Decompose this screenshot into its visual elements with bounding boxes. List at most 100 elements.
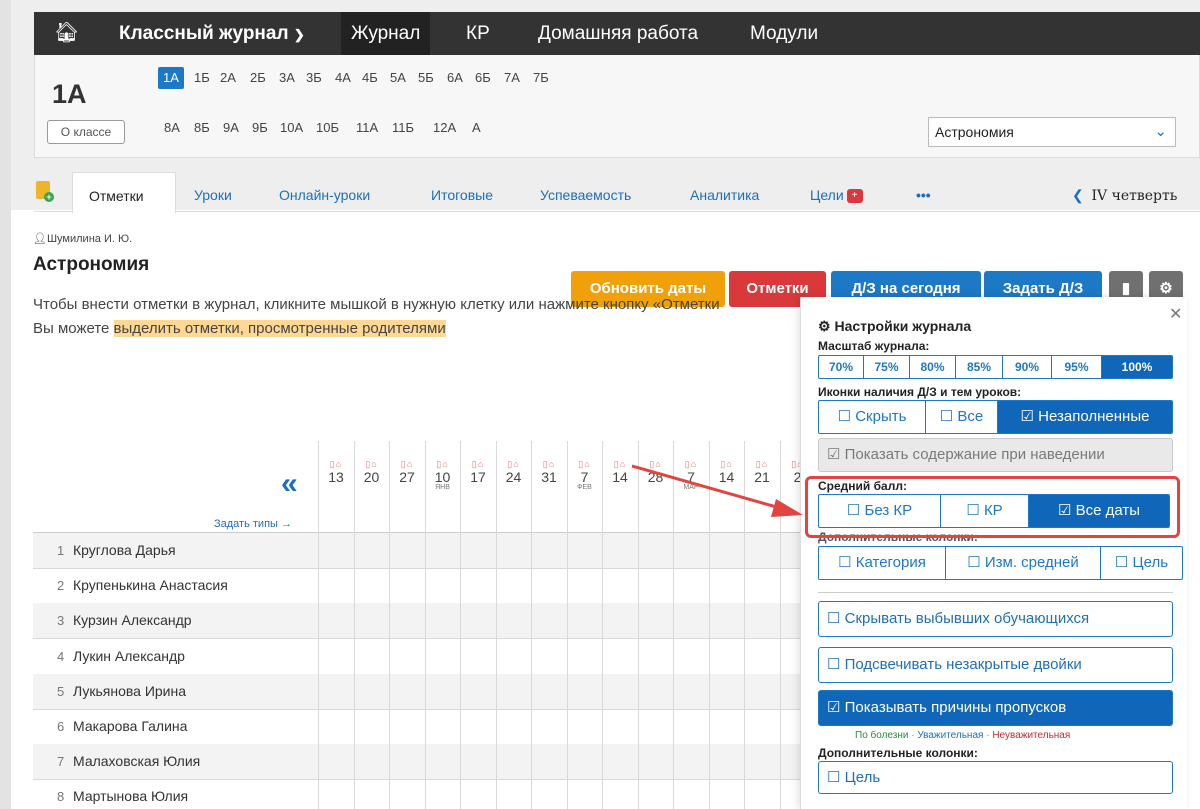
date-column-header[interactable]: ▯⌂ 10 ЯНВ xyxy=(424,441,460,532)
student-name[interactable]: Малаховская Юлия xyxy=(73,753,200,769)
class-button-11[interactable]: 6Б xyxy=(475,67,491,89)
scale-70[interactable]: 70% xyxy=(819,356,864,378)
student-name[interactable]: Курзин Александр xyxy=(73,612,192,628)
date-column-header[interactable]: ▯⌂ 7 ФЕВ xyxy=(566,441,602,532)
double-chevron-left-icon[interactable]: « xyxy=(281,467,298,501)
date-column-header[interactable]: ▯⌂ 24 xyxy=(495,441,531,532)
nav-homework[interactable]: Домашняя работа xyxy=(538,12,698,55)
subject-select[interactable]: Астрономия ⌄ xyxy=(928,117,1176,147)
nav-modules[interactable]: Модули xyxy=(750,12,818,55)
row-number: 4 xyxy=(57,648,65,664)
journal-menu[interactable]: Классный журнал ❯ xyxy=(119,12,305,55)
date-column-header[interactable]: ▯⌂ 27 xyxy=(389,441,424,532)
class-button-3[interactable]: 2Б xyxy=(250,67,266,89)
class-button-18[interactable]: 10А xyxy=(280,117,303,139)
legend-illness: По болезни xyxy=(855,730,909,741)
tab-final[interactable]: Итоговые xyxy=(431,187,493,203)
nav-kr[interactable]: КР xyxy=(466,12,490,55)
date-day: 31 xyxy=(541,469,557,485)
icons-hide[interactable]: ☐ Скрыть xyxy=(819,401,926,433)
date-column-header[interactable]: ▯⌂ 21 xyxy=(744,441,779,532)
show-content-on-hover-toggle[interactable]: ☑ Показать содержание при наведении xyxy=(818,438,1173,472)
student-name[interactable]: Мартынова Юлия xyxy=(73,788,188,804)
class-button-15[interactable]: 8Б xyxy=(194,117,210,139)
tab-performance[interactable]: Успеваемость xyxy=(540,187,631,203)
class-button-14[interactable]: 8А xyxy=(164,117,180,139)
tab-marks[interactable]: Отметки xyxy=(72,172,176,213)
scale-80[interactable]: 80% xyxy=(910,356,956,378)
highlight-open-twos-toggle[interactable]: ☐ Подсвечивать незакрытые двойки xyxy=(818,647,1173,683)
class-button-2[interactable]: 2А xyxy=(220,67,236,89)
student-name[interactable]: Лукьянова Ирина xyxy=(73,683,186,699)
class-button-23[interactable]: А xyxy=(472,117,481,139)
goal-column-toggle[interactable]: ☐ Цель xyxy=(818,761,1173,794)
class-button-1[interactable]: 1Б xyxy=(194,67,210,89)
hint-text-2: Вы можете выделить отметки, просмотренны… xyxy=(33,320,446,337)
tab-online-lessons[interactable]: Онлайн-уроки xyxy=(279,187,370,203)
student-name[interactable]: Лукин Александр xyxy=(73,648,185,664)
date-column-header[interactable]: ▯⌂ 31 xyxy=(531,441,566,532)
icons-all[interactable]: ☐ Все xyxy=(926,401,998,433)
scale-95[interactable]: 95% xyxy=(1052,356,1102,378)
class-button-21[interactable]: 11Б xyxy=(392,117,414,139)
icons-unfilled[interactable]: ☑ Незаполненные xyxy=(998,401,1172,433)
student-name[interactable]: Макарова Галина xyxy=(73,718,187,734)
class-button-6[interactable]: 4А xyxy=(335,67,351,89)
grid-line xyxy=(424,532,426,809)
grid-line xyxy=(460,532,461,809)
date-column-header[interactable]: ▯⌂ 13 xyxy=(318,441,353,532)
scale-100[interactable]: 100% xyxy=(1102,356,1172,378)
highlight-parent-viewed-link[interactable]: выделить отметки, просмотренные родителя… xyxy=(113,320,446,337)
more-tabs-button[interactable]: ••• xyxy=(916,187,931,203)
class-button-22[interactable]: 12А xyxy=(433,117,456,139)
class-button-5[interactable]: 3Б xyxy=(306,67,322,89)
scale-75[interactable]: 75% xyxy=(864,356,910,378)
class-button-4[interactable]: 3А xyxy=(279,67,295,89)
class-button-0[interactable]: 1А xyxy=(158,67,184,89)
tab-goals[interactable]: Цели + xyxy=(810,187,863,204)
date-day: 27 xyxy=(399,469,415,485)
date-column-header[interactable]: ▯⌂ 17 xyxy=(460,441,495,532)
class-button-20[interactable]: 11А xyxy=(356,117,378,139)
class-button-13[interactable]: 7Б xyxy=(533,67,549,89)
quarter-select[interactable]: ❮ IV четверть xyxy=(1072,187,1177,204)
extra-goal[interactable]: ☐ Цель xyxy=(1101,547,1182,579)
class-button-10[interactable]: 6А xyxy=(447,67,463,89)
student-name[interactable]: Крупенькина Анастасия xyxy=(73,577,228,593)
class-button-17[interactable]: 9Б xyxy=(252,117,268,139)
close-icon[interactable]: ✕ xyxy=(1169,304,1182,324)
date-column-header[interactable]: ▯⌂ 20 xyxy=(353,441,389,532)
extra-avg-change[interactable]: ☐ Изм. средней xyxy=(946,547,1101,579)
date-column-header[interactable]: ▯⌂ 7 МАР xyxy=(673,441,708,532)
class-button-8[interactable]: 5А xyxy=(390,67,406,89)
grid-line xyxy=(531,532,532,809)
class-button-7[interactable]: 4Б xyxy=(362,67,378,89)
date-column-header[interactable]: ▯⌂ 14 xyxy=(602,441,637,532)
class-button-19[interactable]: 10Б xyxy=(316,117,339,139)
student-name[interactable]: Круглова Дарья xyxy=(73,542,176,558)
show-absence-reasons-toggle[interactable]: ☑ Показывать причины пропусков xyxy=(818,690,1173,726)
class-button-12[interactable]: 7А xyxy=(504,67,520,89)
hide-dropped-students-toggle[interactable]: ☐ Скрывать выбывших обучающихся xyxy=(818,601,1173,637)
scale-85[interactable]: 85% xyxy=(956,356,1003,378)
class-button-9[interactable]: 5Б xyxy=(418,67,434,89)
extra-category[interactable]: ☐ Категория xyxy=(819,547,946,579)
row-number: 3 xyxy=(57,613,65,629)
extra-columns-label-2: Дополнительные колонки: xyxy=(818,746,978,760)
about-class-button[interactable]: О классе xyxy=(47,120,125,144)
date-column-header[interactable]: ▯⌂ 14 xyxy=(708,441,744,532)
grid-line xyxy=(495,532,497,809)
date-column-header[interactable]: ▯⌂ 28 xyxy=(637,441,673,532)
tab-analytics[interactable]: Аналитика xyxy=(690,187,759,203)
grid-line xyxy=(779,532,781,809)
class-button-16[interactable]: 9А xyxy=(223,117,239,139)
tab-lessons[interactable]: Уроки xyxy=(194,187,232,203)
chevron-down-icon: ⌄ xyxy=(1154,123,1167,140)
grid-line xyxy=(637,532,639,809)
extra-columns-segmented: ☐ Категория ☐ Изм. средней ☐ Цель xyxy=(818,546,1183,580)
home-icon[interactable]: 🏠︎ xyxy=(54,12,79,55)
nav-journal[interactable]: Журнал xyxy=(341,12,431,55)
scale-90[interactable]: 90% xyxy=(1003,356,1052,378)
set-types-link[interactable]: Задать типы → xyxy=(214,518,292,530)
highlight-frame xyxy=(805,476,1180,538)
